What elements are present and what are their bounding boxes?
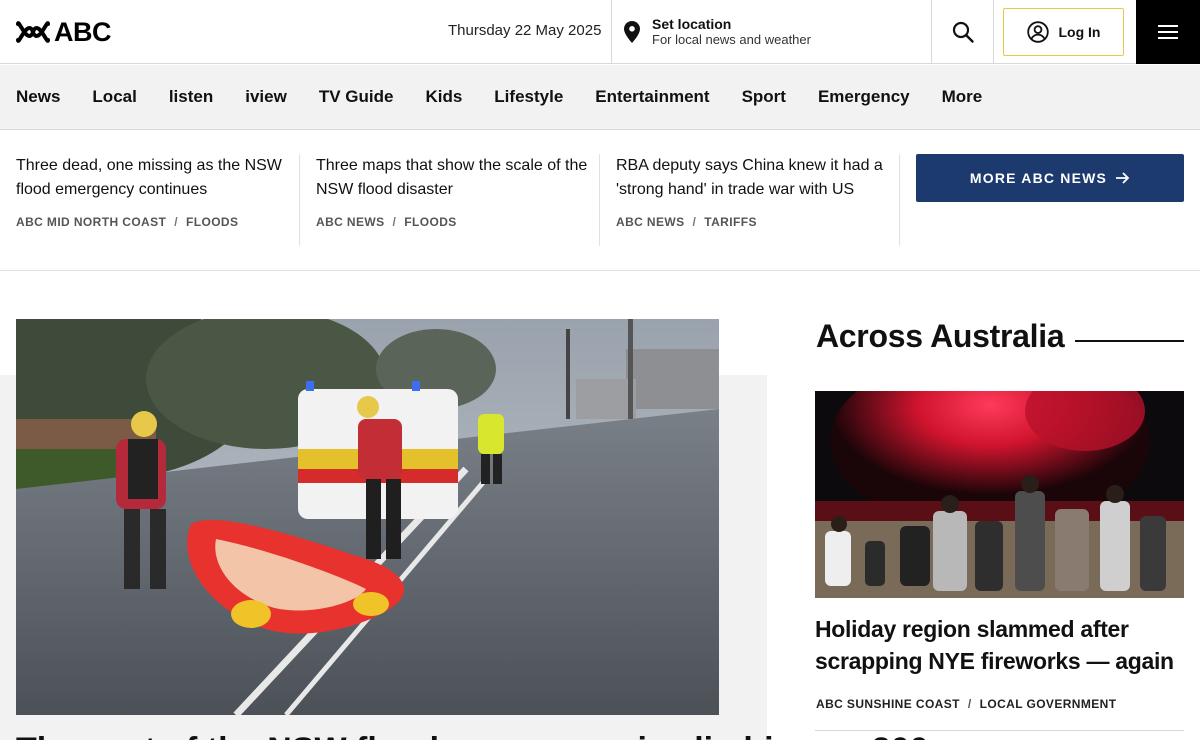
abc-lissajous-icon (16, 21, 50, 43)
story-source[interactable]: ABC NEWS (316, 215, 385, 229)
section-divider (815, 730, 1184, 731)
nav-item-emergency[interactable]: Emergency (818, 87, 910, 107)
top-story-card: Three maps that show the scale of the NS… (316, 154, 600, 246)
top-story-title[interactable]: Three dead, one missing as the NSW flood… (16, 154, 288, 202)
story-topic[interactable]: FLOODS (186, 215, 238, 229)
menu-button[interactable] (1136, 0, 1200, 64)
story-divider (599, 154, 600, 246)
top-story-meta: ABC MID NORTH COAST / FLOODS (16, 215, 239, 229)
top-story-title[interactable]: Three maps that show the scale of the NS… (316, 154, 588, 202)
nav-item-kids[interactable]: Kids (425, 87, 462, 107)
top-stories-strip: Three dead, one missing as the NSW flood… (0, 130, 1200, 271)
across-australia-headline[interactable]: Holiday region slammed after scrapping N… (815, 613, 1185, 677)
nav-item-local[interactable]: Local (92, 87, 136, 107)
nav-item-lifestyle[interactable]: Lifestyle (494, 87, 563, 107)
more-news-label: MORE ABC NEWS (969, 170, 1108, 186)
main-nav: News Local listen iview TV Guide Kids Li… (0, 65, 1200, 130)
nav-item-iview[interactable]: iview (245, 87, 287, 107)
search-icon (952, 21, 974, 43)
location-title: Set location (652, 15, 732, 32)
story-divider (299, 154, 300, 246)
hamburger-menu-icon (1158, 25, 1178, 39)
arrow-right-icon (1116, 172, 1130, 184)
current-date: Thursday 22 May 2025 (448, 22, 602, 39)
fireworks-photo-icon (815, 391, 1184, 598)
feature-headline[interactable]: The cost of the NSW flood emergency is c… (16, 730, 929, 740)
nav-item-tv-guide[interactable]: TV Guide (319, 87, 394, 107)
nav-item-more[interactable]: More (942, 87, 983, 107)
heading-rule (1075, 340, 1184, 342)
location-subtitle: For local news and weather (652, 31, 811, 47)
login-button[interactable]: Log In (1003, 8, 1124, 56)
feature-image[interactable] (16, 319, 719, 715)
abc-logo[interactable]: ABC (16, 17, 112, 47)
nav-item-listen[interactable]: listen (169, 87, 213, 107)
story-divider (899, 154, 900, 246)
set-location-button[interactable]: Set location For local news and weather (611, 0, 932, 64)
location-pin-icon (624, 21, 640, 43)
story-topic[interactable]: LOCAL GOVERNMENT (980, 697, 1117, 711)
top-story-meta: ABC NEWS / FLOODS (316, 215, 457, 229)
user-account-icon (1026, 21, 1049, 43)
top-story-meta: ABC NEWS / TARIFFS (616, 215, 757, 229)
nav-item-news[interactable]: News (16, 87, 60, 107)
nav-item-entertainment[interactable]: Entertainment (595, 87, 709, 107)
top-story-card: RBA deputy says China knew it had a 'str… (616, 154, 900, 246)
top-story-card: Three dead, one missing as the NSW flood… (16, 154, 300, 246)
across-australia-meta: ABC SUNSHINE COAST / LOCAL GOVERNMENT (816, 697, 1117, 711)
across-australia-heading: Across Australia (816, 318, 1065, 354)
flood-rescue-photo-icon (16, 319, 719, 715)
story-source[interactable]: ABC SUNSHINE COAST (816, 697, 960, 711)
logo-text: ABC (54, 17, 112, 47)
story-topic[interactable]: FLOODS (404, 215, 456, 229)
top-story-title[interactable]: RBA deputy says China knew it had a 'str… (616, 154, 888, 202)
story-topic[interactable]: TARIFFS (704, 215, 757, 229)
nav-item-sport[interactable]: Sport (742, 87, 786, 107)
across-australia-image[interactable] (815, 391, 1184, 598)
login-label: Log In (1058, 24, 1101, 40)
more-abc-news-button[interactable]: MORE ABC NEWS (916, 154, 1184, 202)
site-header: ABC Thursday 22 May 2025 Set location Fo… (0, 0, 1200, 64)
story-source[interactable]: ABC NEWS (616, 215, 685, 229)
story-source[interactable]: ABC MID NORTH COAST (16, 215, 166, 229)
search-button[interactable] (932, 0, 994, 64)
